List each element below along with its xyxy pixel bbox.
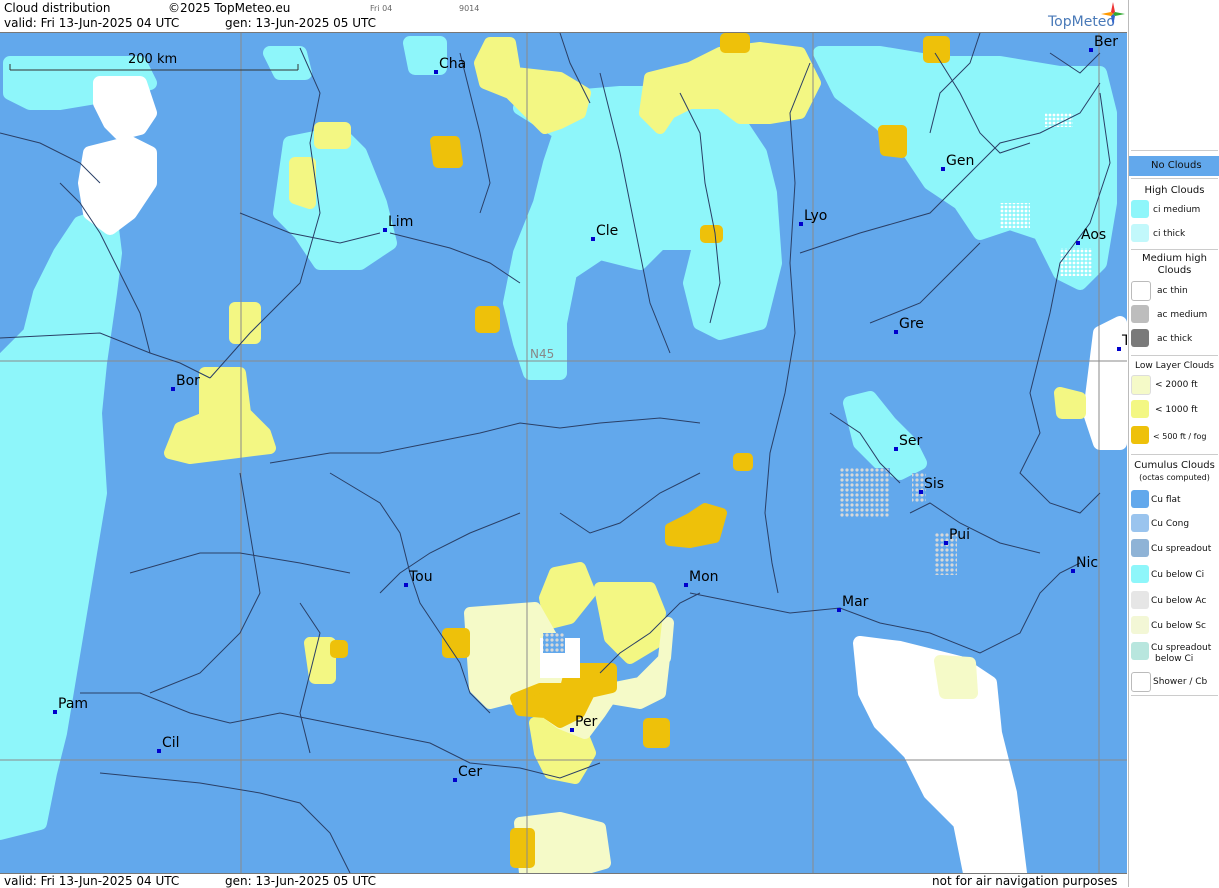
shower-cb-swatch bbox=[1131, 672, 1151, 692]
small-code-label: 9014 bbox=[459, 4, 480, 13]
compass-star-icon bbox=[1101, 2, 1125, 26]
grid-latitude-label: N45 bbox=[530, 347, 555, 361]
disclaimer: not for air navigation purposes bbox=[932, 874, 1118, 888]
map-title: Cloud distribution bbox=[4, 1, 111, 15]
cu-below-ci-swatch bbox=[1131, 565, 1149, 583]
legend-cumulus-heading-2: (octas computed) bbox=[1139, 473, 1210, 482]
generated-time: gen: 13-Jun-2025 05 UTC bbox=[225, 16, 377, 30]
cu-spreadout-below-ci-swatch bbox=[1131, 642, 1149, 660]
legend-low-heading: Low Layer Clouds bbox=[1135, 361, 1214, 371]
legend-medium-heading-1: Medium high bbox=[1142, 253, 1207, 264]
cu-below-ac-patch bbox=[840, 468, 890, 518]
ac-thin-swatch bbox=[1131, 281, 1151, 301]
cloud-map[interactable]: 200 km N45 Cha Ber Lim Cle Lyo Gen Aos G… bbox=[0, 33, 1127, 873]
cu-cong-swatch bbox=[1131, 514, 1149, 532]
legend-cumulus-heading-1: Cumulus Clouds bbox=[1134, 460, 1215, 471]
low-1000ft-swatch bbox=[1131, 400, 1149, 418]
ac-thick-swatch bbox=[1131, 329, 1149, 347]
cu-below-ci-patch bbox=[1045, 113, 1073, 127]
ci-thick-swatch bbox=[1131, 224, 1149, 242]
cu-spreadout-swatch bbox=[1131, 539, 1149, 557]
cu-below-ac-patch bbox=[543, 633, 565, 653]
cu-below-sc-swatch bbox=[1131, 616, 1149, 634]
footer-generated-time: gen: 13-Jun-2025 05 UTC bbox=[225, 874, 377, 888]
copyright: ©2025 TopMeteo.eu bbox=[168, 1, 291, 15]
cu-below-ci-patch bbox=[1000, 203, 1030, 228]
cu-below-ac-swatch bbox=[1131, 591, 1149, 609]
cu-below-ci-patch bbox=[1060, 248, 1092, 276]
footer-valid-time: valid: Fri 13-Jun-2025 04 UTC bbox=[4, 874, 180, 888]
valid-time: valid: Fri 13-Jun-2025 04 UTC bbox=[4, 16, 180, 30]
cu-flat-swatch bbox=[1131, 490, 1149, 508]
low-500ft-swatch bbox=[1131, 426, 1149, 444]
ac-medium-swatch bbox=[1131, 305, 1149, 323]
legend-high-heading: High Clouds bbox=[1144, 185, 1205, 196]
map-footer: valid: Fri 13-Jun-2025 04 UTC gen: 13-Ju… bbox=[0, 873, 1127, 888]
legend-panel: No Clouds High Clouds ci medium ci thick… bbox=[1128, 0, 1219, 887]
scale-label: 200 km bbox=[128, 52, 178, 67]
small-day-label: Fri 04 bbox=[370, 4, 393, 13]
legend-medium-heading-2: Clouds bbox=[1157, 265, 1192, 276]
low-2000ft-swatch bbox=[1131, 375, 1151, 395]
ci-medium-swatch bbox=[1131, 200, 1149, 218]
map-header: Cloud distribution ©2025 TopMeteo.eu Fri… bbox=[0, 0, 1127, 33]
